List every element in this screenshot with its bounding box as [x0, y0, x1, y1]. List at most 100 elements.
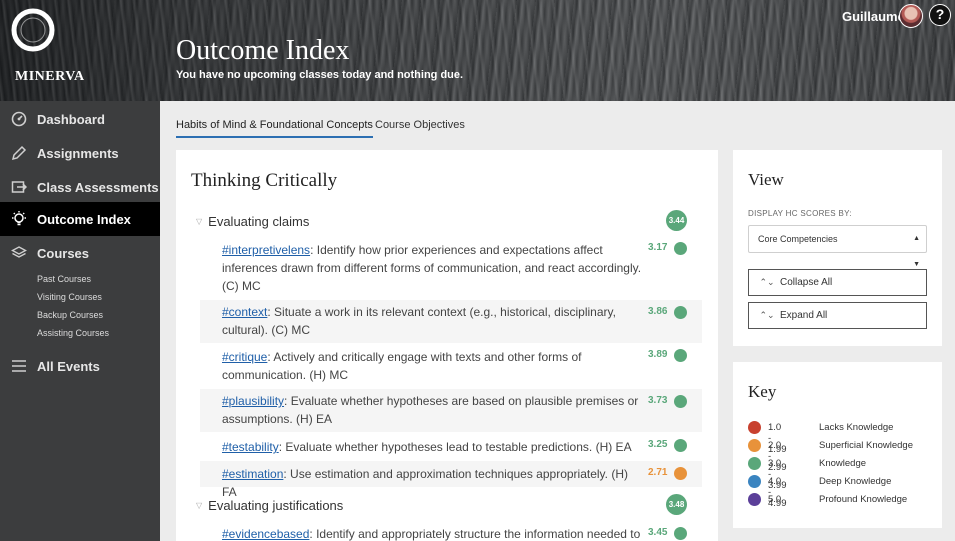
- sidebar-item-label: Courses: [37, 245, 90, 261]
- hc-score: 3.89: [648, 349, 668, 360]
- list-item: #evidencebased: Identify and appropriate…: [200, 525, 702, 541]
- sidebar: Dashboard Assignments Class Assessments …: [0, 101, 160, 541]
- display-scores-select[interactable]: Core Competencies ▲ ▼: [748, 225, 927, 268]
- list-item: #interpretivelens: Identify how prior ex…: [200, 241, 702, 295]
- list-item: #estimation: Use estimation and approxim…: [200, 461, 702, 499]
- header-banner: MINERVA Outcome Index You have no upcomi…: [0, 0, 955, 101]
- hc-score: 3.73: [648, 395, 668, 406]
- hc-description: : Situate a work in its relevant context…: [222, 305, 616, 337]
- display-scores-label: DISPLAY HC SCORES BY:: [748, 209, 852, 218]
- score-level-dot: [674, 467, 687, 480]
- hamburger-menu-icon: [10, 357, 28, 375]
- view-card: View DISPLAY HC SCORES BY: Core Competen…: [733, 150, 942, 346]
- group-header-evaluating-justifications[interactable]: ▽ Evaluating justifications: [196, 498, 343, 513]
- sidebar-item-label: Dashboard: [37, 111, 105, 127]
- hc-link-testability[interactable]: #testability: [222, 440, 279, 454]
- sidebar-subitem-backup-courses[interactable]: Backup Courses: [37, 310, 103, 320]
- group-header-evaluating-claims[interactable]: ▽ Evaluating claims: [196, 214, 309, 229]
- hc-description: : Evaluate whether hypotheses lead to te…: [278, 440, 632, 454]
- hc-link-estimation[interactable]: #estimation: [222, 467, 283, 481]
- hc-link-plausibility[interactable]: #plausibility: [222, 394, 284, 408]
- sidebar-subitem-assisting-courses[interactable]: Assisting Courses: [37, 328, 109, 338]
- hc-link-interpretivelens[interactable]: #interpretivelens: [222, 243, 310, 257]
- hc-score: 3.86: [648, 306, 668, 317]
- sidebar-item-courses[interactable]: Courses: [0, 236, 160, 270]
- sidebar-item-outcome-index[interactable]: Outcome Index: [0, 202, 160, 236]
- list-item: #testability: Evaluate whether hypothese…: [200, 438, 702, 460]
- score-level-dot: [674, 242, 687, 255]
- hc-score: 2.71: [648, 467, 668, 478]
- outcomes-card: Thinking Critically ▽ Evaluating claims …: [176, 150, 718, 541]
- score-level-dot: [674, 306, 687, 319]
- chevron-down-icon: ▽: [196, 217, 203, 226]
- hc-score: 3.17: [648, 242, 668, 253]
- sidebar-subitem-visiting-courses[interactable]: Visiting Courses: [37, 292, 102, 302]
- key-card: Key 1.0 - 1.99 Lacks Knowledge 2.0 - 2.9…: [733, 362, 942, 528]
- avatar[interactable]: [899, 4, 923, 28]
- sidebar-subitem-past-courses[interactable]: Past Courses: [37, 274, 91, 284]
- expand-all-button[interactable]: ⌃⌄ Expand All: [748, 302, 927, 329]
- help-button[interactable]: ?: [929, 4, 951, 26]
- score-level-dot: [674, 439, 687, 452]
- assessment-arrow-icon: [10, 178, 28, 196]
- hc-score: 3.45: [648, 527, 668, 538]
- key-label: Knowledge: [819, 458, 867, 469]
- layers-icon: [10, 244, 28, 262]
- key-dot: [748, 439, 761, 452]
- logo-circle-icon: [11, 8, 55, 52]
- group-name: Evaluating justifications: [208, 498, 344, 513]
- view-title: View: [748, 170, 784, 189]
- sidebar-item-class-assessments[interactable]: Class Assessments: [0, 170, 160, 204]
- user-name[interactable]: Guillaume: [842, 9, 905, 24]
- sidebar-item-label: Outcome Index: [37, 211, 131, 227]
- collapse-all-button[interactable]: ⌃⌄ Collapse All: [748, 269, 927, 296]
- key-dot: [748, 457, 761, 470]
- hc-link-context[interactable]: #context: [222, 305, 267, 319]
- hc-link-evidencebased[interactable]: #evidencebased: [222, 527, 309, 541]
- pencil-icon: [10, 144, 28, 162]
- card-title: Thinking Critically: [191, 170, 338, 191]
- sidebar-item-all-events[interactable]: All Events: [0, 349, 160, 383]
- group-score-badge: 3.44: [666, 210, 687, 231]
- tab-course-objectives[interactable]: Course Objectives: [375, 119, 465, 136]
- list-item: #plausibility: Evaluate whether hypothes…: [200, 389, 702, 432]
- tab-habits-of-mind[interactable]: Habits of Mind & Foundational Concepts: [176, 119, 373, 138]
- hc-link-critique[interactable]: #critique: [222, 350, 267, 364]
- page-subtitle: You have no upcoming classes today and n…: [176, 69, 464, 81]
- key-title: Key: [748, 382, 777, 401]
- lightbulb-icon: [10, 210, 28, 228]
- header-background-texture: [0, 0, 955, 101]
- key-label: Lacks Knowledge: [819, 422, 894, 433]
- expand-all-label: Expand All: [780, 310, 828, 321]
- score-level-dot: [674, 395, 687, 408]
- dashboard-gauge-icon: [10, 110, 28, 128]
- expand-icon: ⌃⌄: [759, 310, 775, 320]
- select-value: Core Competencies: [758, 234, 838, 244]
- sidebar-item-label: Class Assessments: [37, 179, 159, 195]
- key-label: Profound Knowledge: [819, 494, 908, 505]
- minerva-logo[interactable]: MINERVA: [7, 7, 87, 84]
- hc-description: : Use estimation and approximation techn…: [222, 467, 628, 499]
- hc-description: : Actively and critically engage with te…: [222, 350, 582, 382]
- group-score-badge: 3.48: [666, 494, 687, 515]
- key-dot: [748, 421, 761, 434]
- chevron-down-icon: ▽: [196, 501, 203, 510]
- page-title: Outcome Index: [176, 35, 350, 66]
- group-name: Evaluating claims: [208, 214, 310, 229]
- key-dot: [748, 493, 761, 506]
- logo-wordmark: MINERVA: [15, 69, 85, 84]
- list-item: #context: Situate a work in its relevant…: [200, 300, 702, 343]
- key-range: 5.0: [768, 494, 782, 505]
- key-dot: [748, 475, 761, 488]
- sidebar-item-assignments[interactable]: Assignments: [0, 136, 160, 170]
- score-level-dot: [674, 527, 687, 540]
- collapse-icon: ⌃⌄: [759, 277, 775, 287]
- sidebar-item-dashboard[interactable]: Dashboard: [0, 102, 160, 136]
- hc-description: : Evaluate whether hypotheses are based …: [222, 394, 639, 426]
- sidebar-item-label: All Events: [37, 358, 100, 374]
- collapse-all-label: Collapse All: [780, 277, 833, 288]
- list-item: #critique: Actively and critically engag…: [200, 348, 702, 388]
- key-label: Superficial Knowledge: [819, 440, 914, 451]
- score-level-dot: [674, 349, 687, 362]
- hc-description: : Identify and appropriately structure t…: [309, 527, 641, 541]
